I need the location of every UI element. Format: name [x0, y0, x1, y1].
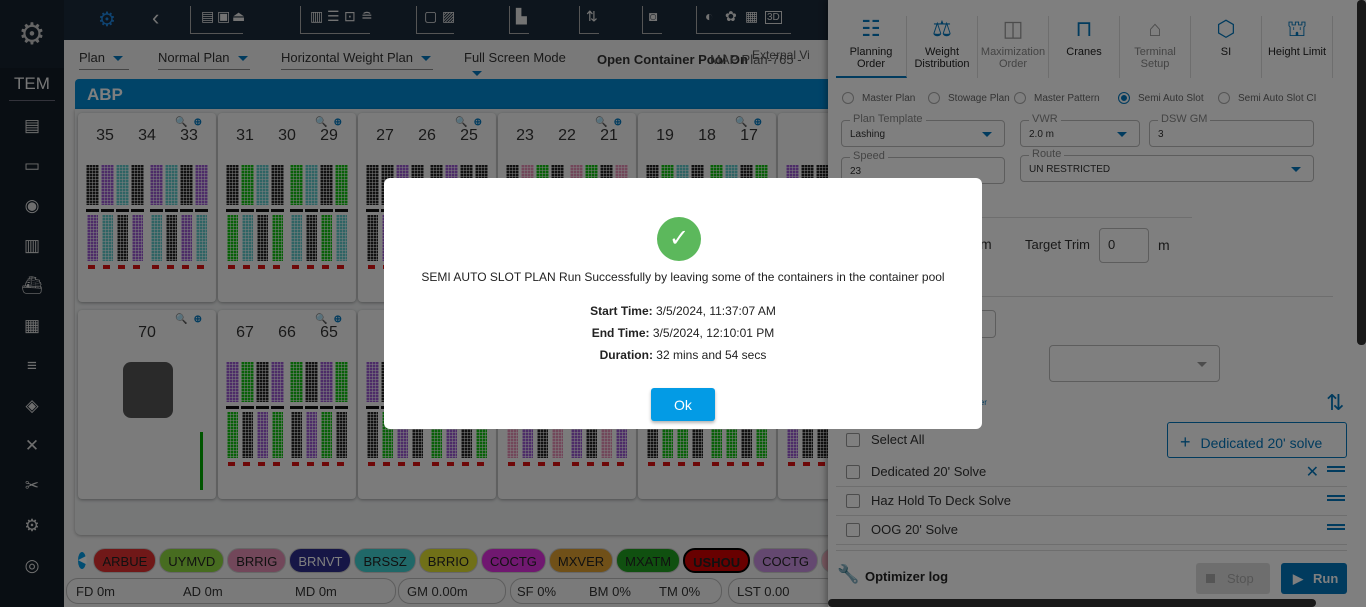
- duration-value: 32 mins and 54 secs: [656, 348, 767, 362]
- end-time-value: 3/5/2024, 12:10:01 PM: [652, 326, 775, 340]
- start-time-value: 3/5/2024, 11:37:07 AM: [655, 304, 776, 318]
- end-time-label: End Time:: [591, 326, 650, 340]
- duration-label: Duration:: [599, 348, 653, 362]
- ok-button[interactable]: Ok: [651, 388, 715, 421]
- end-time-row: End Time: 3/5/2024, 12:10:01 PM: [384, 326, 982, 340]
- duration-row: Duration: 32 mins and 54 secs: [384, 348, 982, 362]
- dialog-message: SEMI AUTO SLOT PLAN Run Successfully by …: [421, 270, 945, 284]
- start-time-row: Start Time: 3/5/2024, 11:37:07 AM: [384, 304, 982, 318]
- start-time-label: Start Time:: [590, 304, 653, 318]
- check-icon: ✓: [657, 217, 701, 261]
- success-dialog: ✓ SEMI AUTO SLOT PLAN Run Successfully b…: [384, 178, 982, 429]
